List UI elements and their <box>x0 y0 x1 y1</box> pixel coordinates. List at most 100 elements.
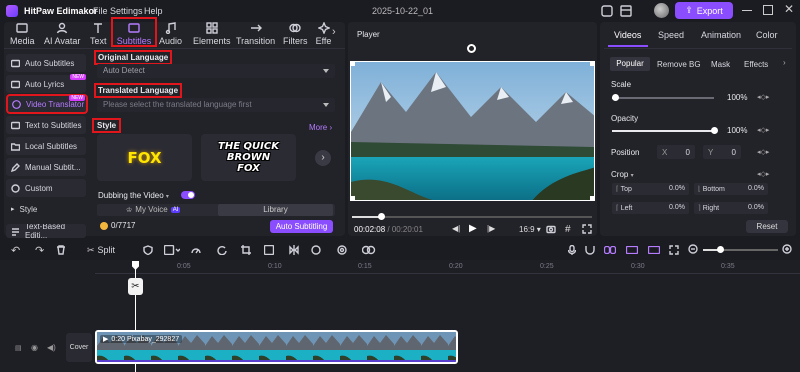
magnet-icon[interactable] <box>585 245 595 255</box>
maximize-icon[interactable] <box>763 5 773 15</box>
close-icon[interactable]: ✕ <box>784 2 794 16</box>
pos-x-field[interactable]: X0 <box>657 145 695 159</box>
tab-text[interactable]: Text <box>90 22 107 46</box>
tabs-next-icon[interactable]: › <box>332 26 336 38</box>
cover-button[interactable]: Cover <box>66 333 92 362</box>
track-link-icon[interactable] <box>626 246 638 254</box>
style-next-icon[interactable]: › <box>315 150 331 166</box>
text-tool-icon[interactable] <box>164 245 180 255</box>
subtab-effects[interactable]: Effects <box>744 60 768 69</box>
scale-keyframe-icon[interactable]: ◂◇▸ <box>757 93 769 101</box>
sidebar-item-auto-subtitles[interactable]: Auto Subtitles <box>6 54 86 72</box>
zoom-out-icon[interactable] <box>688 244 698 254</box>
aspect-ratio-select[interactable]: 16:9 ▾ <box>519 225 541 234</box>
tab-effects[interactable]: Effe <box>316 22 331 46</box>
snapshot-icon[interactable] <box>546 224 556 234</box>
export-button[interactable]: ⇪ Export <box>675 2 733 19</box>
link-icon[interactable] <box>604 246 616 254</box>
tab-media[interactable]: Media <box>10 22 35 46</box>
sidebar-item-style[interactable]: ▸ Style <box>6 200 86 218</box>
preview-track-icon[interactable] <box>648 246 660 254</box>
speed-icon[interactable] <box>191 245 201 255</box>
track-lock-icon[interactable]: ▤ <box>15 344 22 352</box>
microphone-icon[interactable] <box>568 245 576 255</box>
tab-ai-avatar[interactable]: AI Avatar <box>44 22 80 46</box>
redo-icon[interactable]: ↷ <box>35 244 44 257</box>
position-keyframe-icon[interactable]: ◂◇▸ <box>757 148 769 156</box>
track-mute-icon[interactable]: ◀) <box>47 343 56 352</box>
freeze-icon[interactable] <box>264 245 274 255</box>
tab-transition[interactable]: Transition <box>236 22 275 46</box>
crop-tool-icon[interactable] <box>241 245 251 255</box>
reset-button[interactable]: Reset <box>746 220 788 233</box>
library-tab[interactable]: Library <box>218 204 333 216</box>
menu-file[interactable]: File <box>93 6 108 16</box>
filter-tool-icon[interactable] <box>362 245 376 255</box>
sidebar-item-text-to-subtitles[interactable]: Text to Subtitles <box>6 116 86 134</box>
my-voice-tab[interactable]: ♔ My Voice AI <box>126 205 181 214</box>
next-frame-icon[interactable]: |▶ <box>487 224 495 233</box>
sidebar-item-text-based-editing[interactable]: Text-Based Editi... <box>6 224 86 238</box>
subtabs-more-icon[interactable]: › <box>783 58 786 67</box>
original-language-select[interactable]: Auto Detect <box>97 64 335 78</box>
tab-elements[interactable]: Elements <box>193 22 231 46</box>
menu-help[interactable]: Help <box>144 6 163 16</box>
delete-icon[interactable] <box>56 245 66 255</box>
zoom-in-icon[interactable] <box>782 244 792 254</box>
copy-icon[interactable] <box>601 5 613 17</box>
zoom-slider[interactable] <box>703 246 778 253</box>
tab-videos[interactable]: Videos <box>614 30 641 40</box>
video-frame[interactable] <box>350 61 595 201</box>
fullscreen-icon[interactable] <box>582 224 592 234</box>
dubbing-toggle[interactable] <box>181 191 195 199</box>
sidebar-item-custom[interactable]: Custom <box>6 179 86 197</box>
track-visibility-icon[interactable]: ◉ <box>31 343 38 352</box>
rotate-handle-icon[interactable] <box>467 44 476 53</box>
tab-speed[interactable]: Speed <box>658 30 684 40</box>
opacity-keyframe-icon[interactable]: ◂◇▸ <box>757 126 769 134</box>
layout-icon[interactable] <box>620 5 632 17</box>
sidebar-item-manual-subtitles[interactable]: Manual Subtit... <box>6 158 86 176</box>
crop-top-field[interactable]: ⌈ Top 0.0% <box>612 183 689 195</box>
opacity-value[interactable]: 100% <box>727 126 747 135</box>
grid-icon[interactable]: # <box>565 224 571 235</box>
minimize-icon[interactable] <box>742 10 752 11</box>
menu-settings[interactable]: Settings <box>110 6 143 16</box>
tab-subtitles[interactable]: Subtitles <box>111 17 157 47</box>
split-marker-icon[interactable]: ✂ <box>128 278 143 295</box>
fit-icon[interactable] <box>669 245 679 255</box>
sidebar-item-local-subtitles[interactable]: Local Subtitles <box>6 137 86 155</box>
crop-keyframe-icon[interactable]: ◂◇▸ <box>757 170 769 178</box>
crop-right-field[interactable]: ⌉ Right 0.0% <box>694 202 768 214</box>
subtab-mask[interactable]: Mask <box>711 60 730 69</box>
subtab-popular[interactable]: Popular <box>610 57 650 71</box>
scale-slider[interactable] <box>612 94 714 101</box>
reverse-icon[interactable] <box>311 245 321 255</box>
crop-left-field[interactable]: ⌈ Left 0.0% <box>612 202 689 214</box>
undo-icon[interactable]: ↶ <box>11 244 20 257</box>
play-icon[interactable]: ▶ <box>469 223 477 234</box>
more-link[interactable]: More › <box>309 123 332 132</box>
crop-bottom-field[interactable]: ⌊ Bottom 0.0% <box>694 183 768 195</box>
tab-audio[interactable]: Audio <box>159 22 182 46</box>
subtab-remove-bg[interactable]: Remove BG <box>657 60 701 69</box>
opacity-slider[interactable] <box>612 127 718 134</box>
prev-frame-icon[interactable]: ◀| <box>452 224 460 233</box>
video-clip[interactable]: ▶ 0:20 Pixabay_292827 <box>95 330 458 364</box>
tab-filters[interactable]: Filters <box>283 22 308 46</box>
player-progress[interactable] <box>352 213 592 220</box>
rotate-icon[interactable] <box>217 245 227 255</box>
shield-icon[interactable] <box>143 245 153 255</box>
style-card-fox[interactable]: FOX <box>97 134 192 181</box>
scale-value[interactable]: 100% <box>727 93 747 102</box>
mirror-icon[interactable] <box>289 245 299 255</box>
pos-y-field[interactable]: Y0 <box>703 145 741 159</box>
tab-animation[interactable]: Animation <box>701 30 741 40</box>
translated-language-select[interactable]: Please select the translated language fi… <box>97 98 335 112</box>
split-button[interactable]: ✂ Split <box>87 245 115 256</box>
tab-color[interactable]: Color <box>756 30 778 40</box>
user-avatar[interactable] <box>654 3 669 18</box>
style-card-quick-brown-fox[interactable]: THE QUICK BROWN FOX <box>201 134 296 181</box>
auto-subtitling-button[interactable]: Auto Subtitling <box>270 220 333 233</box>
sidebar-item-auto-lyrics[interactable]: Auto Lyrics NEW <box>6 74 86 93</box>
